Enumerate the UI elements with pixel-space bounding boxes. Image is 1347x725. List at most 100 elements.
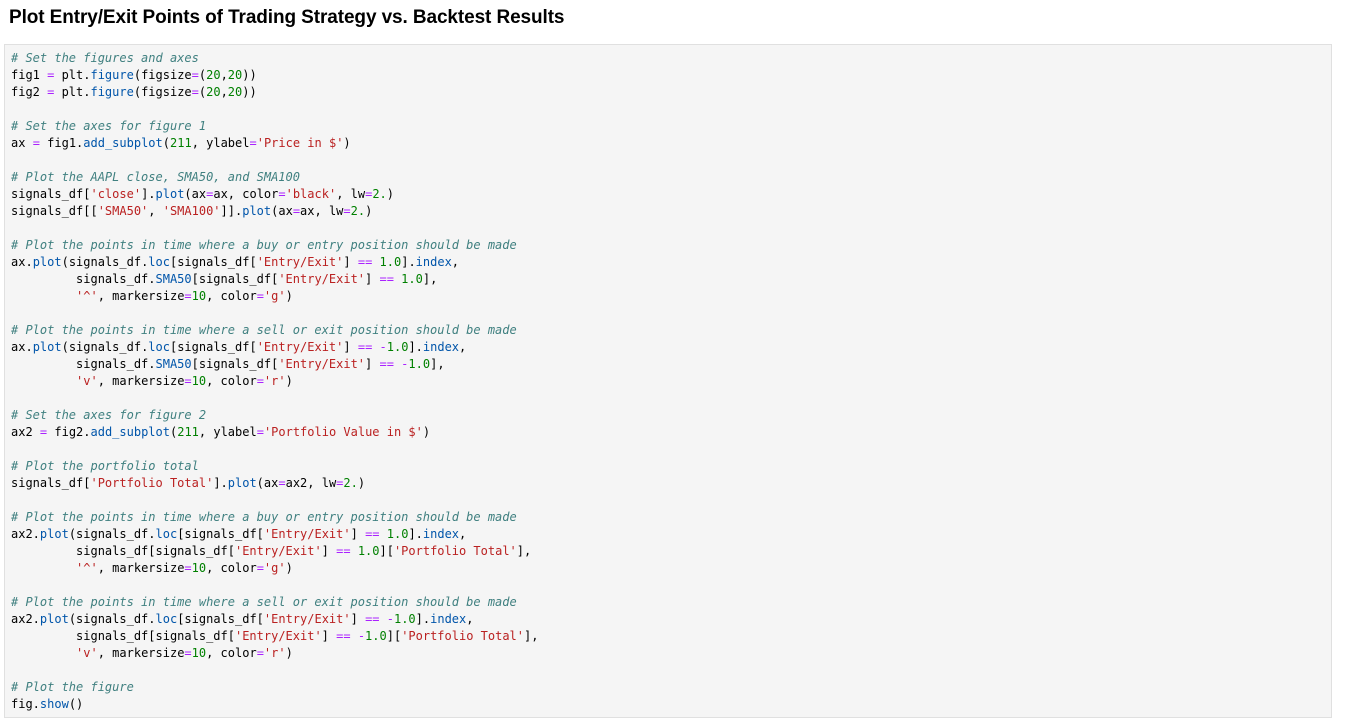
code-string: 'Portfolio Total' <box>90 476 214 490</box>
code-text: fig1. <box>39 136 84 150</box>
code-text: (signals_df. <box>68 527 156 541</box>
code-text: ax. <box>11 340 33 354</box>
code-function: figure <box>90 68 134 82</box>
code-text: , lw <box>336 187 366 201</box>
code-function: add_subplot <box>83 136 163 150</box>
code-text: ) <box>422 425 431 439</box>
notebook-page: Plot Entry/Exit Points of Trading Strate… <box>0 0 1347 725</box>
code-line: '^', markersize=10, color='g') <box>11 288 1331 305</box>
code-text: , <box>466 612 474 626</box>
code-string: 'r' <box>263 646 286 660</box>
code-line: ax2.plot(signals_df.loc[signals_df['Entr… <box>11 526 1331 543</box>
code-comment: # Plot the portfolio total <box>11 459 199 473</box>
code-line: # Set the axes for figure 1 <box>11 118 1331 135</box>
code-text: ) <box>285 289 293 303</box>
code-string: 'r' <box>263 374 286 388</box>
code-string: '^' <box>76 289 98 303</box>
code-text: ], <box>422 272 438 286</box>
code-operator: == <box>357 255 373 269</box>
code-function: loc <box>155 612 178 626</box>
code-operator: = <box>278 476 286 490</box>
code-text: , color <box>206 289 257 303</box>
code-comment: # Set the axes for figure 1 <box>11 119 207 133</box>
code-text: [signals_df[ <box>191 357 279 371</box>
code-text: ]]. <box>220 204 243 218</box>
code-text: (signals_df. <box>61 255 149 269</box>
code-line: 'v', markersize=10, color='r') <box>11 645 1331 662</box>
code-function: plot <box>39 612 69 626</box>
code-string: 'Price in $' <box>256 136 344 150</box>
code-line: ax2 = fig2.add_subplot(211, ylabel='Port… <box>11 424 1331 441</box>
code-number: 1.0 <box>365 629 387 643</box>
code-line: signals_df[signals_df['Entry/Exit'] == 1… <box>11 543 1331 560</box>
code-line: ax.plot(signals_df.loc[signals_df['Entry… <box>11 254 1331 271</box>
code-number: 1.0 <box>393 612 416 626</box>
code-text: , <box>220 68 228 82</box>
code-text: ][ <box>379 544 394 558</box>
code-text: fig. <box>11 697 40 711</box>
code-number: 10 <box>191 646 207 660</box>
code-text: (signals_df. <box>68 612 156 626</box>
code-text: ] <box>350 527 366 541</box>
code-function: index <box>415 255 452 269</box>
code-string: 'Portfolio Total' <box>393 544 517 558</box>
code-text: ax <box>11 136 33 150</box>
code-text: , markersize <box>97 646 185 660</box>
code-line: # Plot the points in time where a sell o… <box>11 594 1331 611</box>
code-text: ) <box>343 136 351 150</box>
code-line: signals_df['close'].plot(ax=ax, color='b… <box>11 186 1331 203</box>
code-operator: == <box>379 272 394 286</box>
code-number: 211 <box>177 425 199 439</box>
code-text: ]. <box>401 255 416 269</box>
code-number: 2. <box>343 476 358 490</box>
code-line: # Plot the points in time where a buy or… <box>11 237 1331 254</box>
code-number: 20 <box>206 85 221 99</box>
code-string: 'close' <box>90 187 142 201</box>
code-text: ] <box>321 629 337 643</box>
code-function: plot <box>39 527 69 541</box>
code-text: (ax <box>271 204 293 218</box>
code-operator: - <box>357 629 366 643</box>
code-line: signals_df[['SMA50', 'SMA100']].plot(ax=… <box>11 203 1331 220</box>
code-text: , <box>148 204 163 218</box>
code-string: 'Entry/Exit' <box>263 527 351 541</box>
code-text: ][ <box>386 629 402 643</box>
code-operator: = <box>184 374 192 388</box>
code-text: ] <box>365 357 380 371</box>
code-line: ax = fig1.add_subplot(211, ylabel='Price… <box>11 135 1331 152</box>
code-number: 10 <box>191 374 207 388</box>
code-line: ax2.plot(signals_df.loc[signals_df['Entr… <box>11 611 1331 628</box>
code-text: , markersize <box>97 289 185 303</box>
code-cell[interactable]: # Set the figures and axes fig1 = plt.fig… <box>4 44 1332 718</box>
code-line: signals_df[signals_df['Entry/Exit'] == -… <box>11 628 1331 645</box>
code-line: signals_df['Portfolio Total'].plot(ax=ax… <box>11 475 1331 492</box>
code-operator: = <box>32 136 40 150</box>
code-function: plot <box>32 255 62 269</box>
code-block[interactable]: # Set the figures and axes fig1 = plt.fig… <box>5 45 1331 713</box>
code-line: # Plot the AAPL close, SMA50, and SMA100 <box>11 169 1331 186</box>
code-comment: # Plot the points in time where a buy or… <box>11 510 517 524</box>
code-text: ax2. <box>11 612 40 626</box>
code-function: figure <box>90 85 134 99</box>
code-line: fig2 = plt.figure(figsize=(20,20)) <box>11 84 1331 101</box>
code-text: (ax <box>256 476 279 490</box>
code-operator: = <box>184 646 192 660</box>
code-line: # Plot the points in time where a sell o… <box>11 322 1331 339</box>
code-string: 'Entry/Exit' <box>256 340 344 354</box>
code-operator: = <box>184 561 192 575</box>
code-text: , <box>220 85 228 99</box>
code-text: , markersize <box>97 561 185 575</box>
code-number: 2. <box>372 187 387 201</box>
code-text: ] <box>365 272 380 286</box>
code-text: ( <box>162 136 170 150</box>
code-text: , <box>459 527 467 541</box>
code-text: fig1 <box>11 68 48 82</box>
code-function: loc <box>148 340 170 354</box>
code-number: 1.0 <box>408 357 431 371</box>
code-function: index <box>422 340 460 354</box>
code-text: ax2 <box>11 425 40 439</box>
code-function: index <box>430 612 467 626</box>
code-text: signals_df[ <box>11 476 91 490</box>
